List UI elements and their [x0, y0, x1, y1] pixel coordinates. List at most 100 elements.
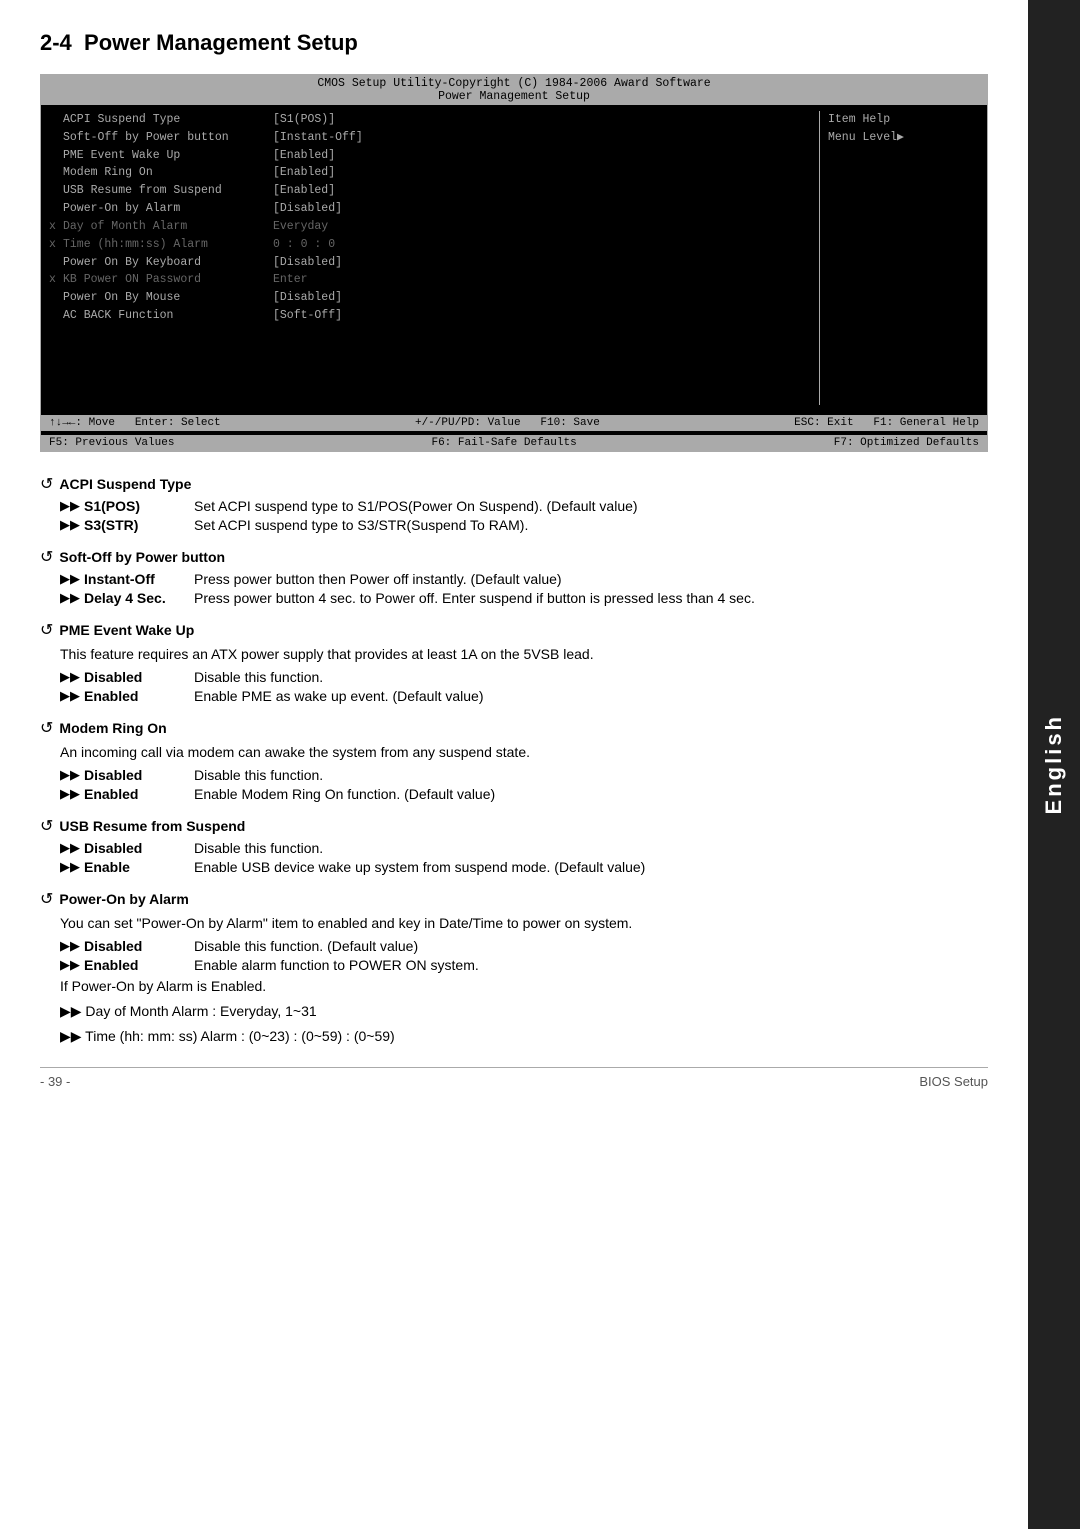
- bios-title-line1: CMOS Setup Utility-Copyright (C) 1984-20…: [41, 77, 987, 90]
- section-extra: ▶▶ Time (hh: mm: ss) Alarm : (0~23) : (0…: [40, 1026, 988, 1047]
- section-power-on-alarm: Power-On by Alarm You can set "Power-On b…: [40, 889, 988, 1047]
- sub-item-label: Disabled: [84, 938, 184, 954]
- bios-row: Power On By Mouse[Disabled]: [49, 289, 819, 307]
- bios-row: AC BACK Function[Soft-Off]: [49, 307, 819, 325]
- bios-nav-f6: F6: Fail-Safe Defaults: [431, 437, 576, 449]
- arrow-icon: ▶▶: [60, 688, 80, 704]
- bios-row-value: 0 : 0 : 0: [273, 236, 335, 254]
- bios-screenshot: CMOS Setup Utility-Copyright (C) 1984-20…: [40, 74, 988, 452]
- bios-row-label: Power-On by Alarm: [63, 200, 273, 218]
- sub-item: ▶▶EnableEnable USB device wake up system…: [40, 859, 988, 875]
- sub-item: ▶▶Enabled Enable alarm function to POWER …: [40, 957, 988, 973]
- bios-row: Soft-Off by Power button[Instant-Off]: [49, 129, 819, 147]
- sub-item: ▶▶Delay 4 Sec.Press power button 4 sec. …: [40, 590, 988, 606]
- section-extra: If Power-On by Alarm is Enabled.: [40, 976, 988, 997]
- section-title-modem-ring-on: Modem Ring On: [40, 718, 988, 738]
- bios-row-value: [Disabled]: [273, 200, 342, 218]
- language-tab: English: [1028, 0, 1080, 1529]
- bios-row-value: [Enabled]: [273, 182, 335, 200]
- sub-item: ▶▶Disabled Disable this function.: [40, 669, 988, 685]
- section-desc-power-on-alarm: You can set "Power-On by Alarm" item to …: [40, 913, 988, 934]
- bios-nav-f5: F5: Previous Values: [49, 437, 174, 449]
- chapter-heading: 2-4 Power Management Setup: [40, 30, 988, 56]
- section-title-usb-resume-suspend: USB Resume from Suspend: [40, 816, 988, 836]
- arrow-icon: ▶▶: [60, 957, 80, 973]
- arrow-icon: ▶▶: [60, 517, 80, 533]
- sub-item-label: Enabled: [84, 688, 184, 704]
- bios-row-label: Time (hh:mm:ss) Alarm: [63, 236, 273, 254]
- sub-item-desc: Set ACPI suspend type to S3/STR(Suspend …: [194, 517, 988, 533]
- bios-nav-move: ↑↓→←: Move Enter: Select: [49, 417, 221, 429]
- bios-row-label: PME Event Wake Up: [63, 147, 273, 165]
- sub-item: ▶▶DisabledDisable this function.: [40, 840, 988, 856]
- sub-item-desc: Enable USB device wake up system from su…: [194, 859, 988, 875]
- sub-item-label: Instant-Off: [84, 571, 184, 587]
- bios-nav-esc: ESC: Exit F1: General Help: [794, 417, 979, 429]
- bios-row-value: [Disabled]: [273, 254, 342, 272]
- bios-row-label: KB Power ON Password: [63, 271, 273, 289]
- section-soft-off-power: Soft-Off by Power button▶▶Instant-OffPre…: [40, 547, 988, 606]
- sub-item-desc: Disable this function. (Default value): [194, 938, 988, 954]
- sub-item: ▶▶DisabledDisable this function.: [40, 767, 988, 783]
- bios-row-value: [Enabled]: [273, 147, 335, 165]
- bios-row-label: AC BACK Function: [63, 307, 273, 325]
- bios-row-label: USB Resume from Suspend: [63, 182, 273, 200]
- bios-row-label: Day of Month Alarm: [63, 218, 273, 236]
- bios-row: xKB Power ON PasswordEnter: [49, 271, 819, 289]
- bios-nav-value: +/-/PU/PD: Value F10: Save: [415, 417, 600, 429]
- arrow-icon: ▶▶: [60, 767, 80, 783]
- arrow-icon: ▶▶: [60, 840, 80, 856]
- bios-row: ACPI Suspend Type[S1(POS)]: [49, 111, 819, 129]
- sub-item: ▶▶DisabledDisable this function. (Defaul…: [40, 938, 988, 954]
- bios-row-value: [Enabled]: [273, 164, 335, 182]
- sub-item-label: S3(STR): [84, 517, 184, 533]
- bios-settings-panel: ACPI Suspend Type[S1(POS)] Soft-Off by P…: [49, 111, 819, 405]
- bios-row: xDay of Month AlarmEveryday: [49, 218, 819, 236]
- bios-row: USB Resume from Suspend[Enabled]: [49, 182, 819, 200]
- language-label: English: [1041, 714, 1067, 814]
- sub-item-label: Enabled: [84, 957, 184, 973]
- bios-title-bar: CMOS Setup Utility-Copyright (C) 1984-20…: [41, 75, 987, 105]
- sections-container: ACPI Suspend Type▶▶S1(POS)Set ACPI suspe…: [40, 474, 988, 1047]
- bios-row: Modem Ring On[Enabled]: [49, 164, 819, 182]
- sub-item-desc: Disable this function.: [194, 669, 988, 685]
- section-acpi-suspend-type: ACPI Suspend Type▶▶S1(POS)Set ACPI suspe…: [40, 474, 988, 533]
- sub-item: ▶▶S1(POS)Set ACPI suspend type to S1/POS…: [40, 498, 988, 514]
- bios-item-help-title: Item Help: [828, 111, 979, 129]
- section-title-acpi-suspend-type: ACPI Suspend Type: [40, 474, 988, 494]
- bios-row-label: Modem Ring On: [63, 164, 273, 182]
- sub-item-desc: Press power button then Power off instan…: [194, 571, 988, 587]
- bios-row-label: Soft-Off by Power button: [63, 129, 273, 147]
- sub-item-desc: Enable Modem Ring On function. (Default …: [194, 786, 988, 802]
- bios-menu-level: Menu Level▶: [828, 129, 979, 147]
- sub-item-label: Disabled: [84, 669, 184, 685]
- sub-item-desc: Enable alarm function to POWER ON system…: [194, 957, 988, 973]
- sub-item-label: S1(POS): [84, 498, 184, 514]
- bios-row-label: ACPI Suspend Type: [63, 111, 273, 129]
- bios-row-label: Power On By Keyboard: [63, 254, 273, 272]
- sub-item-label: Delay 4 Sec.: [84, 590, 184, 606]
- page-number: - 39 -: [40, 1074, 70, 1089]
- arrow-icon: ▶▶: [60, 571, 80, 587]
- sub-item-desc: Disable this function.: [194, 767, 988, 783]
- arrow-icon: ▶▶: [60, 669, 80, 685]
- bios-row-value: [Soft-Off]: [273, 307, 342, 325]
- chapter-title: Power Management Setup: [84, 30, 358, 55]
- bios-row-value: [S1(POS)]: [273, 111, 335, 129]
- section-title-pme-event-wake-up: PME Event Wake Up: [40, 620, 988, 640]
- bios-row-value: [Instant-Off]: [273, 129, 363, 147]
- section-modem-ring-on: Modem Ring On An incoming call via modem …: [40, 718, 988, 802]
- section-title-power-on-alarm: Power-On by Alarm: [40, 889, 988, 909]
- main-content: 2-4 Power Management Setup CMOS Setup Ut…: [0, 0, 1028, 1119]
- sub-item-label: Enabled: [84, 786, 184, 802]
- bios-row-value: Everyday: [273, 218, 328, 236]
- sub-item-desc: Enable PME as wake up event. (Default va…: [194, 688, 988, 704]
- bios-inner: ACPI Suspend Type[S1(POS)] Soft-Off by P…: [41, 105, 987, 411]
- bios-row: Power On By Keyboard[Disabled]: [49, 254, 819, 272]
- arrow-icon: ▶▶: [60, 786, 80, 802]
- bios-row: PME Event Wake Up[Enabled]: [49, 147, 819, 165]
- section-desc-modem-ring-on: An incoming call via modem can awake the…: [40, 742, 988, 763]
- sub-item: ▶▶Instant-Off Press power button then Pow…: [40, 571, 988, 587]
- bios-title-line2: Power Management Setup: [41, 90, 987, 103]
- arrow-icon: ▶▶: [60, 859, 80, 875]
